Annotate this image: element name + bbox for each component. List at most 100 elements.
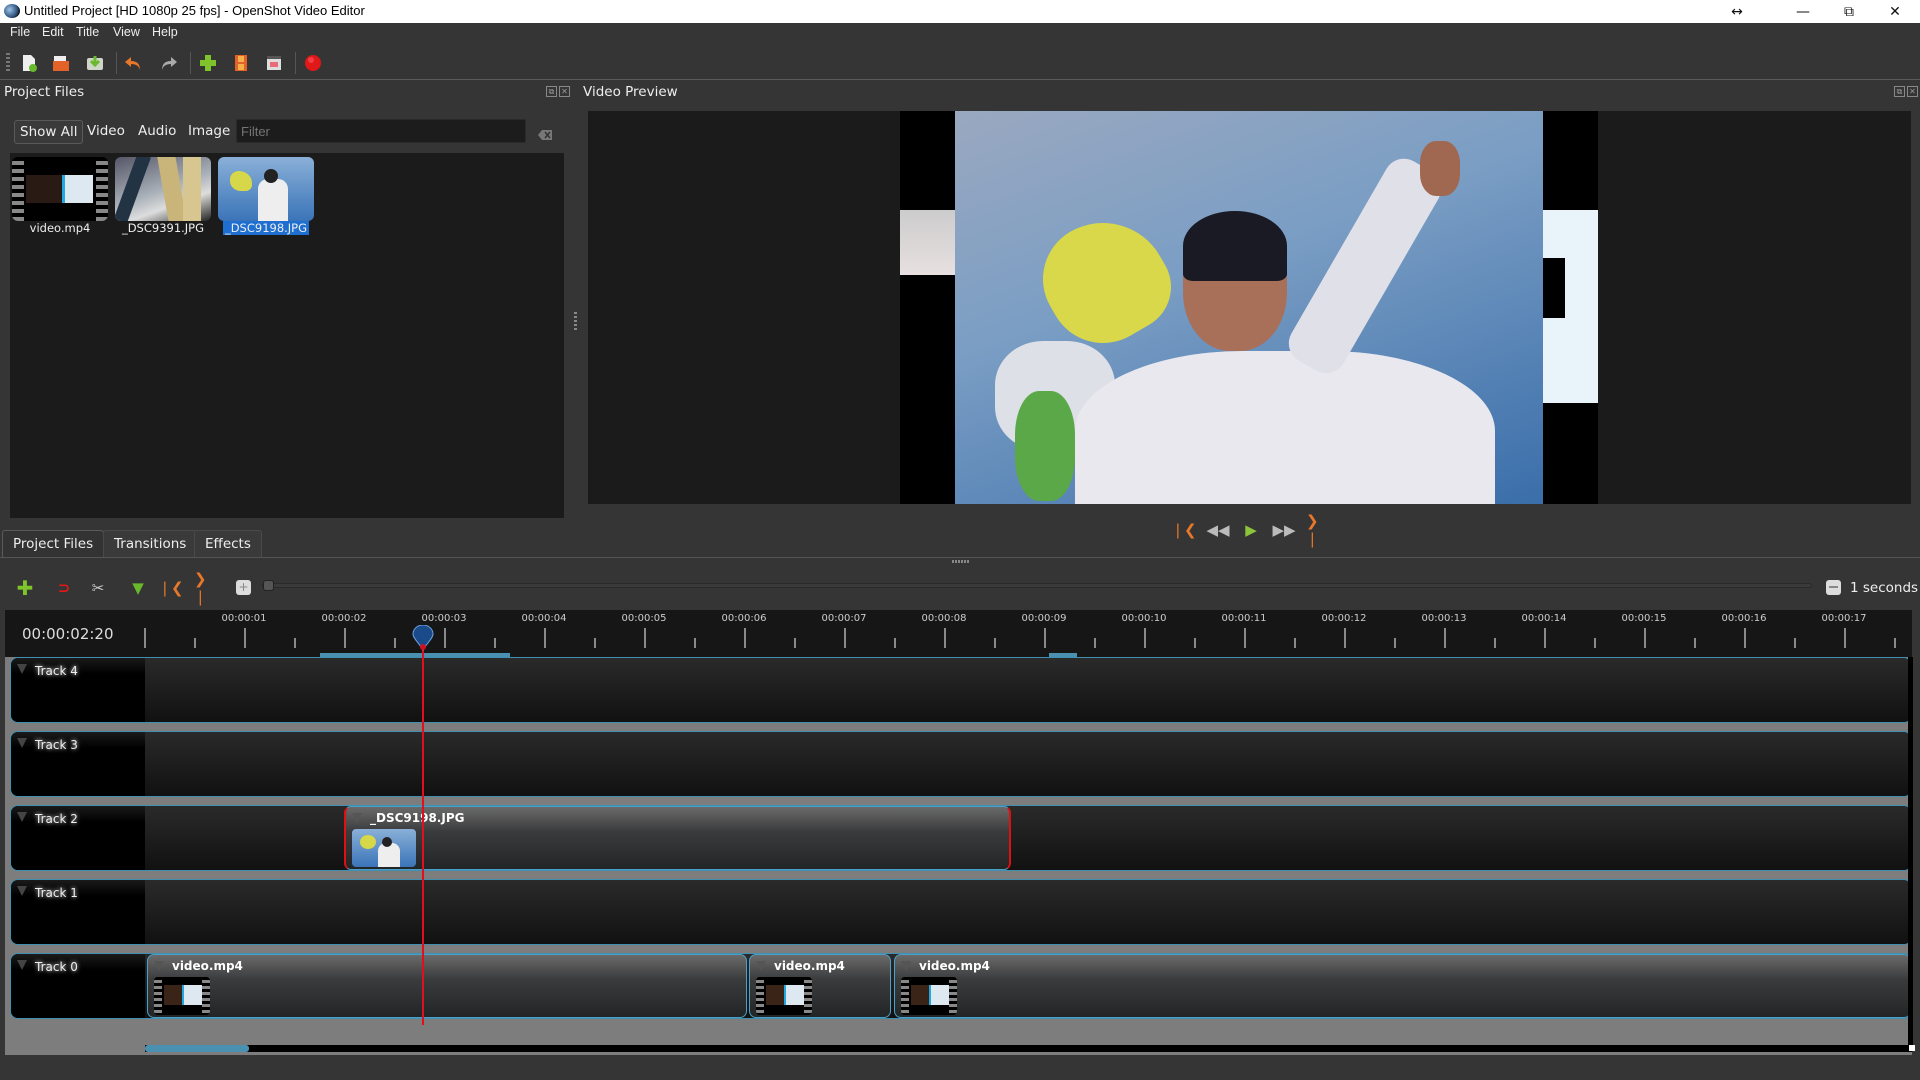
fast-forward-icon[interactable]: ▶▶ [1272, 520, 1295, 540]
timeline-clip[interactable]: video.mp4 [894, 954, 1911, 1018]
play-icon[interactable]: ▶ [1240, 520, 1262, 540]
main-toolbar [0, 44, 1920, 80]
filter-input[interactable] [236, 119, 526, 143]
ruler-tick [494, 638, 496, 648]
menu-view[interactable]: View [113, 25, 140, 39]
chevron-down-icon[interactable] [756, 961, 766, 971]
ruler-tick [694, 638, 696, 648]
tab-transitions[interactable]: Transitions [103, 530, 198, 557]
undo-icon[interactable] [122, 52, 144, 74]
chevron-down-icon[interactable] [17, 960, 27, 970]
float-panel-icon[interactable]: ⧉ [1894, 86, 1905, 97]
menu-edit[interactable]: Edit [42, 25, 64, 39]
chevron-down-icon[interactable] [154, 961, 164, 971]
import-files-icon[interactable] [197, 52, 219, 74]
add-marker-icon[interactable]: ▼ [127, 578, 149, 598]
timeline-vertical-scrollbar[interactable] [1908, 657, 1913, 1045]
resize-arrows-icon[interactable]: ↔ [1714, 0, 1760, 23]
snapping-magnet-icon[interactable]: ⊃ [53, 578, 75, 598]
chevron-down-icon[interactable] [17, 664, 27, 674]
track-header[interactable]: Track 3 [11, 732, 145, 796]
filter-show-all[interactable]: Show All [14, 120, 84, 144]
video-preview-area[interactable] [588, 111, 1911, 504]
chevron-down-icon[interactable] [17, 738, 27, 748]
restore-button[interactable]: ⧉ [1826, 0, 1872, 23]
track-name: Track 4 [35, 664, 78, 678]
ruler-tick [444, 628, 446, 648]
rewind-icon[interactable]: ◀◀ [1206, 520, 1229, 540]
timeline-clip[interactable]: _DSC9198.JPG [344, 806, 1011, 870]
close-panel-icon[interactable]: ✕ [559, 86, 570, 97]
timeline-track[interactable]: Track 0 video.mp4 video.mp4 video.mp4 [10, 953, 1912, 1019]
close-panel-icon[interactable]: ✕ [1907, 86, 1918, 97]
timeline-ruler[interactable]: 00:00:02:20 00:00:01 00:00:02 00:00:03 00:0… [5, 610, 1912, 657]
timeline-clip[interactable]: video.mp4 [749, 954, 891, 1018]
timeline-clip[interactable]: video.mp4 [147, 954, 747, 1018]
timeline-track[interactable]: Track 1 [10, 879, 1912, 945]
menu-title[interactable]: Title [76, 25, 99, 39]
ruler-tick [1644, 628, 1646, 648]
panel-splitter-handle[interactable] [574, 312, 577, 330]
track-header[interactable]: Track 1 [11, 880, 145, 944]
float-panel-icon[interactable]: ⧉ [546, 86, 557, 97]
playhead-handle[interactable] [412, 624, 434, 651]
choose-profile-icon[interactable] [230, 52, 252, 74]
openshot-logo-icon [4, 4, 20, 18]
track-header[interactable]: Track 2 [11, 806, 145, 870]
file-item-selected[interactable]: _DSC9198.JPG [218, 157, 318, 235]
ruler-tick [1194, 638, 1196, 648]
new-project-icon[interactable] [18, 52, 40, 74]
jump-to-start-icon[interactable]: ❘❮ [1171, 520, 1196, 540]
clear-filter-icon[interactable] [538, 125, 552, 140]
timeline-horizontal-scrollbar[interactable] [145, 1045, 1912, 1052]
chevron-down-icon[interactable] [901, 961, 911, 971]
ruler-tick-label: 00:00:10 [1121, 613, 1167, 624]
ruler-tick [1144, 628, 1146, 648]
timeline-track[interactable]: Track 3 [10, 731, 1912, 797]
next-marker-icon[interactable]: ❯❘ [194, 570, 216, 606]
save-project-icon[interactable] [84, 52, 106, 74]
toolbar-grip[interactable] [6, 53, 10, 73]
timeline-track[interactable]: Track 4 [10, 657, 1912, 723]
add-track-icon[interactable]: ✚ [14, 576, 36, 600]
scrollbar-corner [1909, 1045, 1915, 1051]
dock-splitter-handle[interactable] [952, 560, 970, 563]
zoom-out-icon[interactable] [1826, 580, 1841, 595]
tab-effects[interactable]: Effects [194, 530, 262, 557]
zoom-slider-handle[interactable] [263, 580, 274, 591]
filter-video[interactable]: Video [82, 120, 130, 144]
zoom-in-icon[interactable]: + [236, 580, 251, 595]
clip-name: video.mp4 [172, 959, 243, 973]
export-video-icon[interactable] [302, 52, 324, 74]
scrollbar-thumb[interactable] [145, 1045, 249, 1052]
playhead-line [422, 640, 424, 1025]
jump-to-end-icon[interactable]: ❯❘ [1306, 512, 1328, 548]
close-button[interactable]: ✕ [1872, 0, 1918, 23]
file-item[interactable]: video.mp4 [12, 157, 112, 235]
filter-audio[interactable]: Audio [133, 120, 181, 144]
chevron-down-icon[interactable] [352, 813, 362, 823]
file-item[interactable]: _DSC9391.JPG [115, 157, 215, 235]
timeline-track[interactable]: Track 2 _DSC9198.JPG [10, 805, 1912, 871]
ruler-tick-label: 00:00:05 [621, 613, 667, 624]
open-project-icon[interactable] [50, 52, 72, 74]
tab-project-files[interactable]: Project Files [2, 530, 105, 557]
chevron-down-icon[interactable] [17, 812, 27, 822]
previous-marker-icon[interactable]: ❘❮ [158, 578, 183, 598]
fullscreen-icon[interactable] [263, 52, 285, 74]
menu-file[interactable]: File [10, 25, 30, 39]
redo-icon[interactable] [158, 52, 180, 74]
razor-scissors-icon[interactable]: ✂ [87, 578, 109, 598]
project-files-title: Project Files [4, 84, 85, 100]
track-header[interactable]: Track 0 [11, 954, 145, 1018]
menu-help[interactable]: Help [152, 25, 178, 39]
chevron-down-icon[interactable] [17, 886, 27, 896]
ruler-tick [1444, 628, 1446, 648]
minimize-button[interactable]: — [1780, 0, 1826, 23]
track-header[interactable]: Track 4 [11, 658, 145, 722]
ruler-tick [294, 638, 296, 648]
ruler-tick-label: 00:00:02 [321, 613, 367, 624]
filter-image[interactable]: Image [183, 120, 235, 144]
toolbar-separator [116, 52, 117, 74]
zoom-slider[interactable] [262, 580, 1812, 591]
